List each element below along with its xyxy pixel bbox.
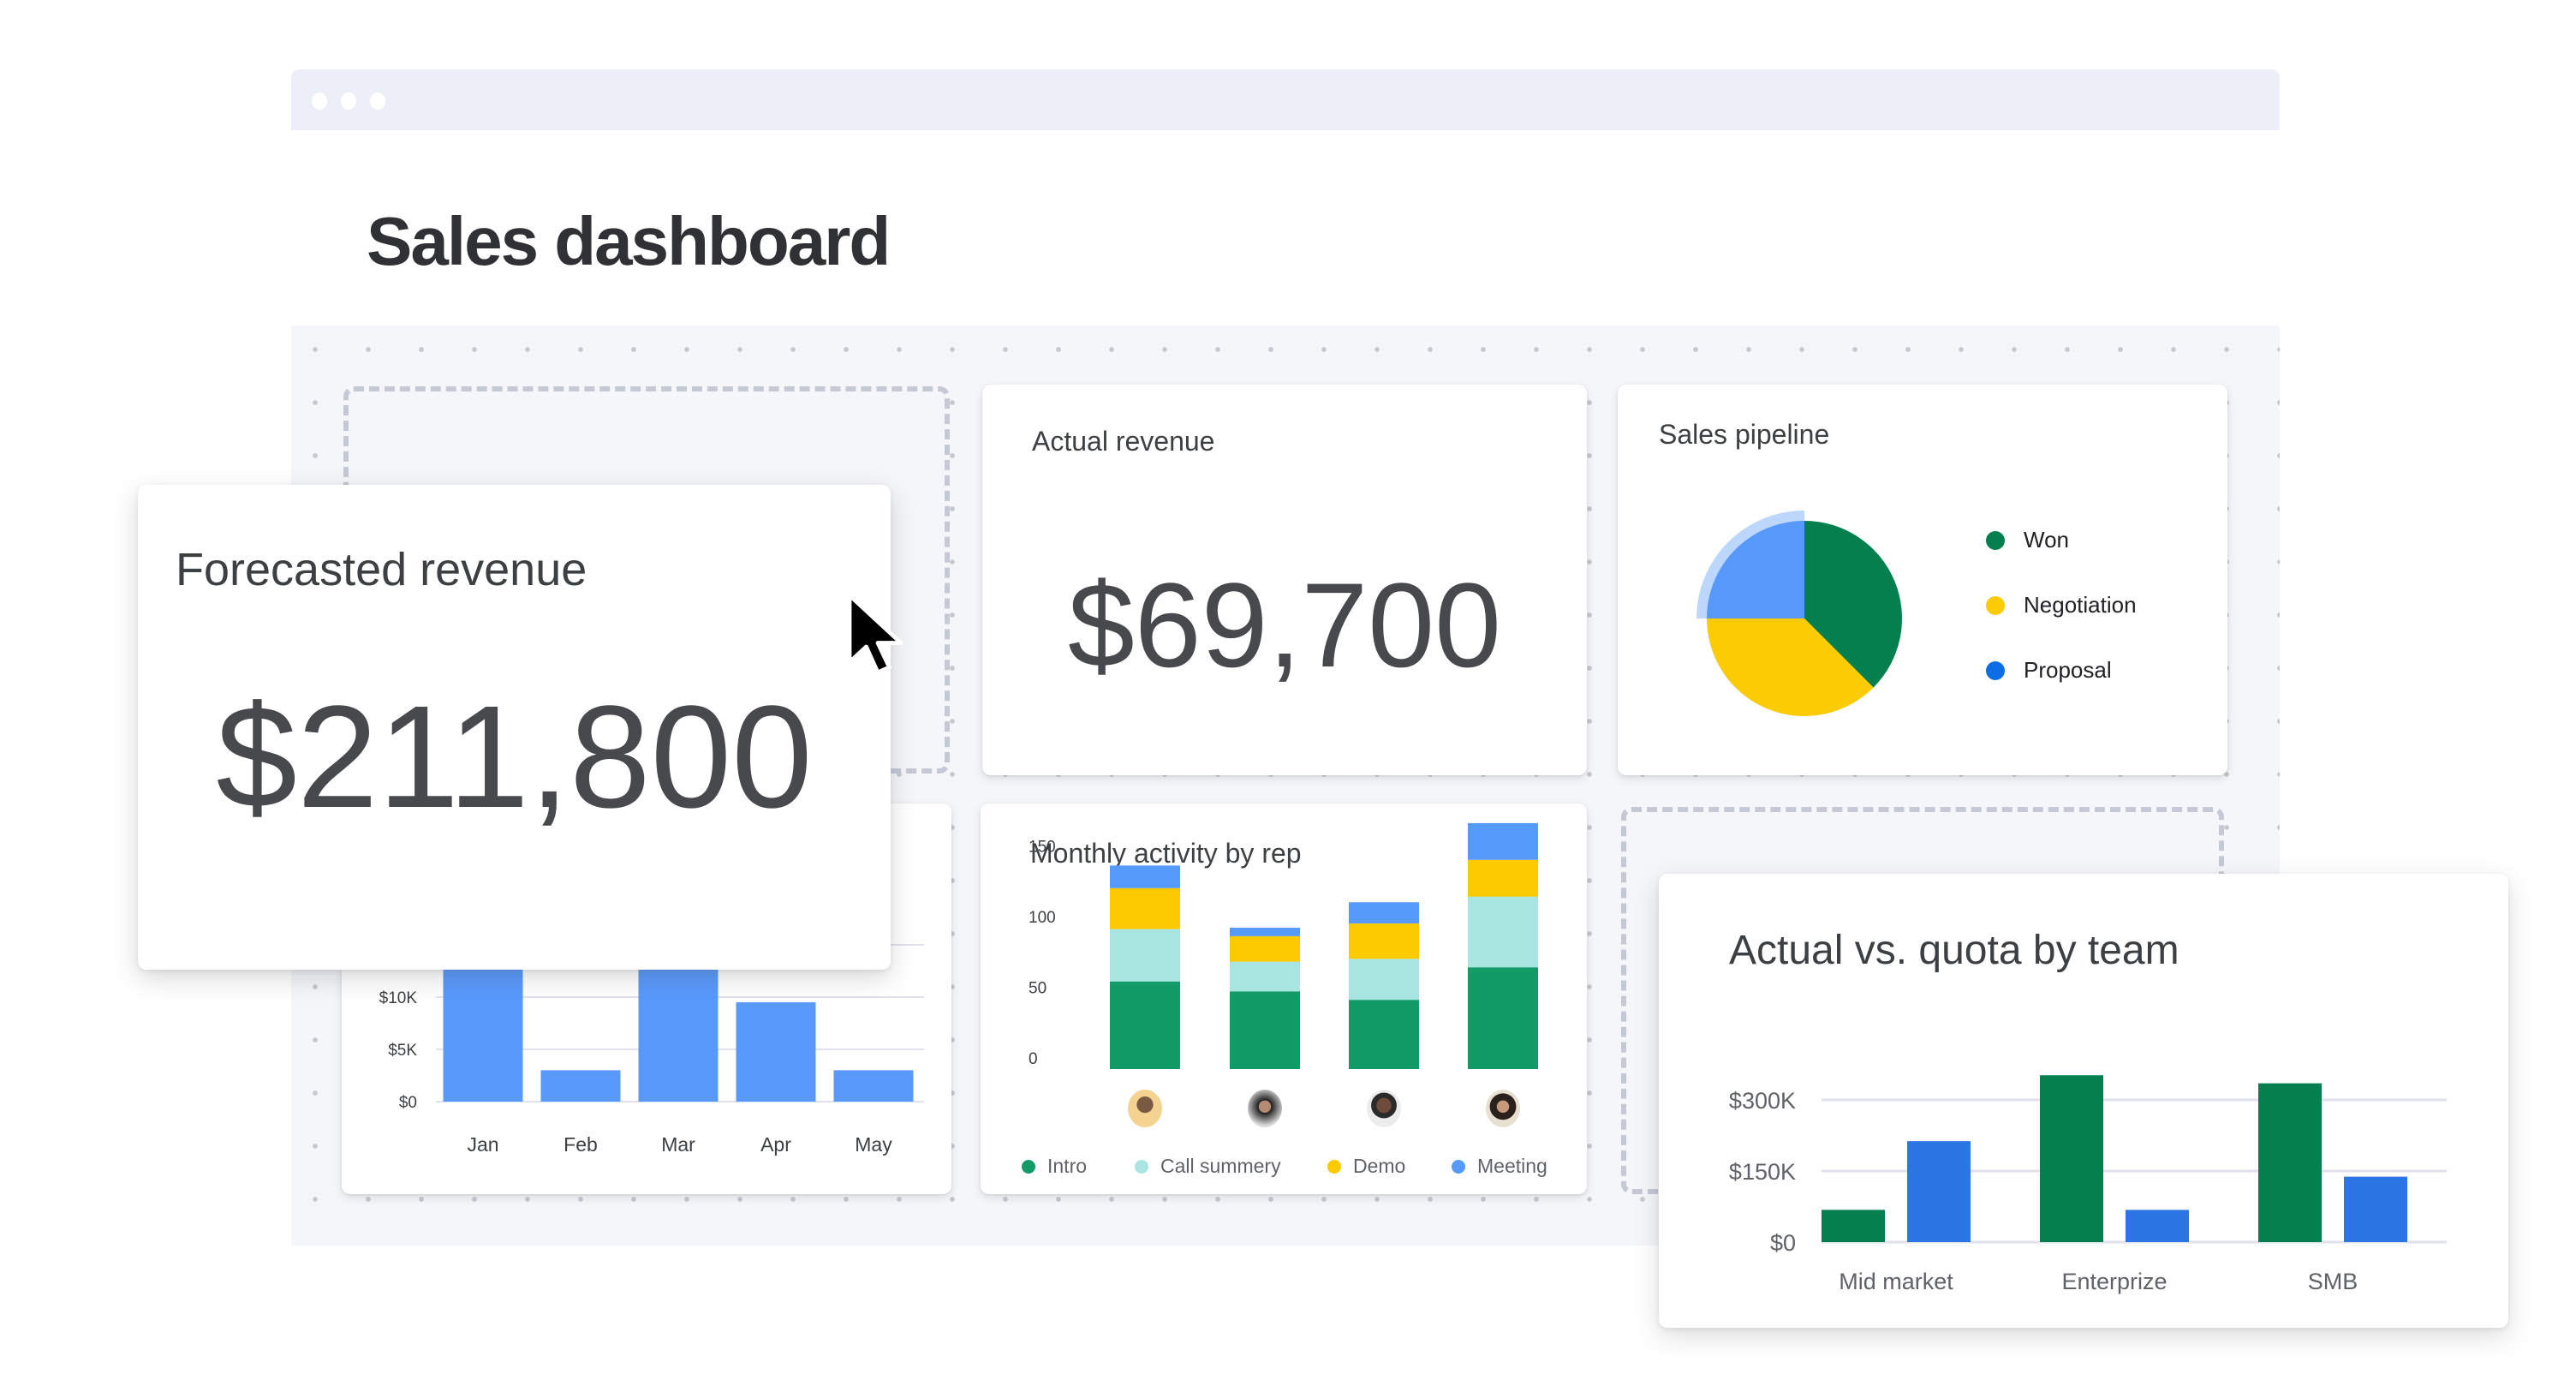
y-tick-label: 50 [1029, 980, 1046, 998]
legend-dot-icon [1135, 1159, 1148, 1174]
bar-actual [2258, 1083, 2322, 1242]
x-tick-label: Mid market [1839, 1269, 1953, 1294]
stacked-bar-segment [1349, 1000, 1419, 1069]
bar-quota [2344, 1176, 2407, 1242]
rep-avatar[interactable] [1128, 1090, 1162, 1127]
card-title: Forecasted revenue [176, 544, 587, 595]
stacked-bar-segment [1230, 961, 1300, 992]
monthly-activity-chart: 0 50 100 150 [1029, 822, 1538, 1069]
legend-item-meeting: Meeting [1452, 1155, 1547, 1178]
y-tick-label: $300K [1729, 1088, 1796, 1114]
bar-quota [2126, 1210, 2189, 1242]
y-tick-label: 0 [1029, 1050, 1038, 1068]
y-tick-label: 100 [1029, 909, 1056, 927]
x-tick-label: May [855, 1133, 892, 1156]
window-dot-icon [370, 93, 385, 110]
legend-item-demo: Demo [1327, 1155, 1405, 1178]
stacked-bar-segment [1349, 923, 1419, 959]
bar-quota [1907, 1141, 1971, 1242]
x-tick-label: Enterprize [2061, 1269, 2167, 1294]
stacked-bar-segment [1110, 865, 1180, 888]
legend-dot-icon [1327, 1159, 1341, 1174]
stacked-bar-segment [1110, 981, 1180, 1069]
bar [736, 1002, 816, 1102]
rep-avatar[interactable] [1486, 1090, 1520, 1127]
actual-revenue-card[interactable]: Actual revenue $69,700 [982, 385, 1587, 775]
bar [833, 1070, 914, 1102]
y-tick-label: $0 [1770, 1230, 1796, 1256]
stacked-bar-segment [1349, 959, 1419, 1001]
rep-avatar[interactable] [1248, 1090, 1282, 1127]
y-tick-label: $0 [399, 1094, 417, 1112]
legend-label: Meeting [1477, 1155, 1547, 1177]
legend-label: Demo [1353, 1155, 1406, 1177]
stacked-bar-segment [1230, 935, 1300, 962]
legend-label: Negotiation [2024, 592, 2137, 618]
stacked-bar-segment [1468, 896, 1538, 968]
legend-item-proposal: Proposal [1986, 657, 2112, 684]
legend-dot-icon [1986, 660, 2005, 680]
y-tick-label: $5K [388, 1042, 417, 1060]
legend-label: Won [2024, 527, 2069, 553]
sales-pipeline-card[interactable]: Sales pipeline Won Negotiation Proposal [1618, 385, 2227, 775]
window-dot-icon [312, 93, 327, 110]
actual-vs-quota-card[interactable]: Actual vs. quota by team $0 $150K $300K Mid… [1659, 874, 2508, 1328]
x-tick-label: Mar [661, 1133, 695, 1156]
legend-item-intro: Intro [1022, 1155, 1087, 1178]
stacked-bar-segment [1468, 822, 1538, 860]
stacked-bar-segment [1110, 929, 1180, 982]
window-dot-icon [341, 93, 356, 110]
stacked-bar-segment [1349, 902, 1419, 924]
monthly-activity-card[interactable]: Monthly activity by rep 0 50 100 150 Intro … [981, 804, 1587, 1194]
x-tick-label: Feb [564, 1133, 598, 1156]
stacked-bar-segment [1230, 928, 1300, 936]
legend-item-negotiation: Negotiation [1986, 592, 2137, 618]
stacked-bar-segment [1468, 967, 1538, 1069]
legend-label: Call summery [1160, 1155, 1281, 1177]
x-tick-label: Apr [760, 1133, 791, 1156]
actual-revenue-value: $69,700 [1067, 558, 1502, 692]
forecasted-revenue-card[interactable]: Forecasted revenue $211,800 [138, 485, 891, 970]
browser-title-bar [291, 69, 2280, 130]
pie-chart [1696, 511, 1902, 716]
legend-item-won: Won [1986, 527, 2069, 553]
rep-avatar[interactable] [1367, 1090, 1401, 1127]
pie-slice-proposal [1707, 521, 1804, 618]
legend-dot-icon [1022, 1159, 1035, 1174]
y-tick-label: $150K [1729, 1159, 1796, 1185]
bar [540, 1070, 621, 1102]
bar-actual [1822, 1210, 1885, 1242]
legend-label: Proposal [2024, 657, 2112, 683]
legend-label: Intro [1047, 1155, 1088, 1177]
actual-vs-quota-chart: $0 $150K $300K Mid market Enterprize SMB [1729, 1075, 2447, 1294]
forecasted-revenue-value: $211,800 [216, 676, 813, 839]
legend-dot-icon [1986, 530, 2005, 550]
legend-dot-icon [1452, 1159, 1465, 1174]
stacked-bar-segment [1110, 887, 1180, 929]
card-title: Actual revenue [1032, 426, 1215, 457]
legend-dot-icon [1986, 595, 2005, 615]
legend-item-call-summery: Call summery [1135, 1155, 1281, 1178]
bar-actual [2040, 1075, 2103, 1242]
y-tick-label: 150 [1029, 839, 1056, 857]
page-title: Sales dashboard [367, 203, 891, 279]
y-tick-label: $10K [379, 989, 418, 1007]
stacked-bar-segment [1468, 859, 1538, 897]
x-tick-label: SMB [2308, 1269, 2358, 1294]
stacked-bar-segment [1230, 991, 1300, 1069]
mouse-cursor-icon [847, 593, 903, 675]
x-tick-label: Jan [467, 1133, 498, 1156]
